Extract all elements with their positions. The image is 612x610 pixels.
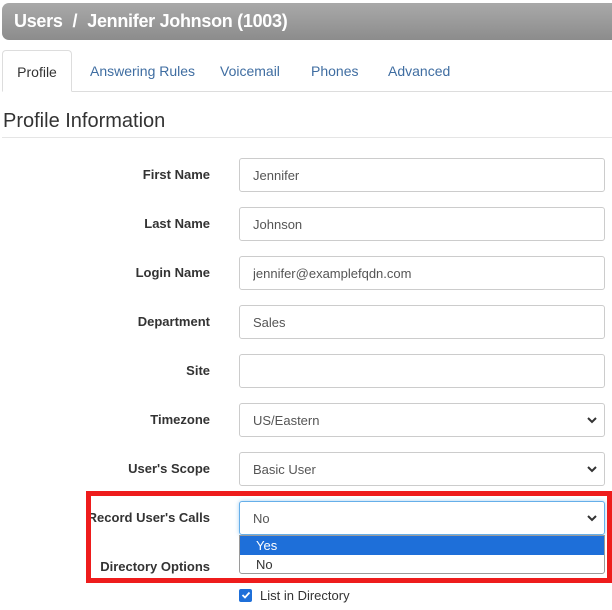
tab-phones[interactable]: Phones — [311, 50, 358, 92]
site-field[interactable] — [239, 354, 605, 388]
page-header: Users / Jennifer Johnson (1003) — [2, 3, 612, 40]
tab-answering-rules[interactable]: Answering Rules — [90, 50, 195, 92]
last-name-field[interactable] — [239, 207, 605, 241]
first-name-field[interactable] — [239, 158, 605, 192]
breadcrumb-separator: / — [72, 11, 78, 31]
timezone-select[interactable]: US/Eastern — [239, 403, 605, 437]
scope-select[interactable]: Basic User — [239, 452, 605, 486]
department-label: Department — [137, 314, 210, 329]
scope-label: User's Scope — [128, 461, 210, 476]
list-in-directory-label: List in Directory — [260, 587, 350, 603]
timezone-value: US/Eastern — [253, 412, 320, 428]
list-in-directory-checkbox[interactable] — [239, 588, 252, 602]
option-no[interactable]: No — [240, 555, 604, 574]
timezone-label: Timezone — [150, 412, 210, 427]
tab-bar: Profile Answering Rules Voicemail Phones… — [2, 50, 612, 92]
record-calls-value: No — [253, 510, 270, 526]
check-icon — [241, 591, 250, 599]
record-calls-dropdown: Yes No — [239, 535, 605, 574]
last-name-label: Last Name — [144, 216, 210, 231]
breadcrumb-users[interactable]: Users — [14, 11, 63, 32]
chevron-down-icon — [587, 417, 597, 424]
record-calls-label: Record User's Calls — [87, 510, 210, 525]
login-name-field[interactable] — [239, 256, 605, 290]
option-yes[interactable]: Yes — [240, 536, 604, 555]
department-field[interactable] — [239, 305, 605, 339]
first-name-label: First Name — [142, 167, 210, 182]
section-divider — [2, 137, 612, 138]
chevron-down-icon — [587, 466, 597, 473]
list-in-directory-row: List in Directory — [239, 586, 350, 604]
tab-voicemail[interactable]: Voicemail — [220, 50, 280, 92]
tab-profile[interactable]: Profile — [2, 50, 72, 92]
section-title: Profile Information — [3, 110, 166, 132]
login-name-label: Login Name — [135, 265, 210, 280]
breadcrumb-user: Jennifer Johnson (1003) — [87, 11, 288, 31]
tab-advanced[interactable]: Advanced — [388, 50, 450, 92]
record-calls-select[interactable]: No — [239, 501, 605, 535]
scope-value: Basic User — [253, 461, 316, 477]
directory-options-label: Directory Options — [100, 559, 210, 574]
site-label: Site — [186, 363, 210, 378]
chevron-down-icon — [587, 515, 597, 522]
